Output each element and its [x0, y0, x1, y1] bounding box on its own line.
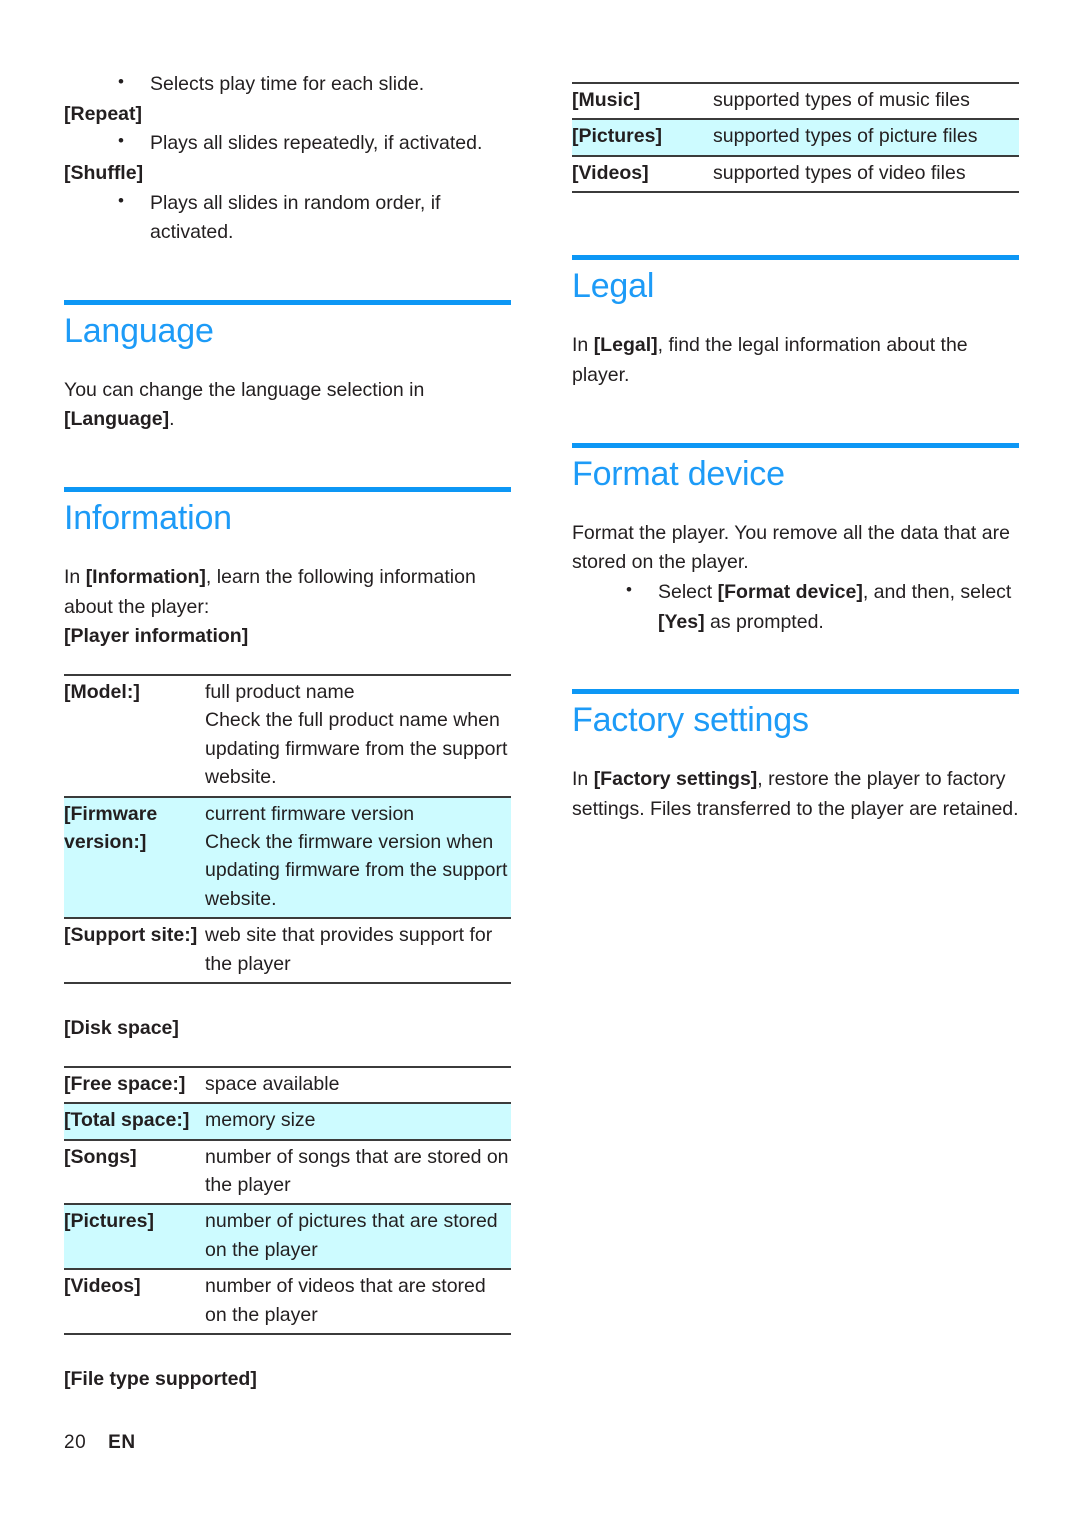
table-cell-key: [Videos]	[64, 1268, 205, 1336]
table-cell-key: [Videos]	[572, 154, 713, 194]
table-row: [Videos] number of videos that are stored…	[64, 1268, 511, 1336]
table-row: [Firmware version:] current firmware vers…	[64, 795, 511, 920]
table-cell-key: [Model:]	[64, 673, 205, 798]
table-cell-value: current firmware version Check the firmwa…	[205, 795, 511, 920]
right-column: [Music] supported types of music files [Pi…	[572, 70, 1019, 825]
bullet-repeat: Plays all slides repeatedly, if activate…	[64, 128, 511, 159]
disk-space-table: [Free space:] space available [Total space…	[64, 1065, 511, 1336]
factory-settings-body: In [Factory settings], restore the playe…	[572, 765, 1019, 824]
table-row: [Free space:] space available	[64, 1065, 511, 1105]
section-factory-settings: Factory settings In [Factory settings], …	[572, 689, 1019, 824]
bullet-list-play-time: Selects play time for each slide.	[64, 69, 511, 100]
page-title-format-device: Format device	[572, 454, 785, 493]
table-cell-value: number of videos that are stored on the …	[205, 1268, 511, 1336]
bullet-format-pre: Select	[658, 581, 718, 604]
manual-page: Selects play time for each slide. [Repea…	[0, 0, 1080, 1527]
table-cell-value: full product name Check the full product …	[205, 673, 511, 798]
information-intro-bold: [Information]	[85, 566, 206, 589]
section-rule	[572, 689, 1019, 695]
file-type-supported-label: [File type supported]	[64, 1368, 257, 1391]
factory-body-bold: [Factory settings]	[593, 768, 758, 791]
slideshow-options-block: Selects play time for each slide. [Repea…	[64, 69, 511, 248]
language-body: You can change the language selection in…	[64, 376, 511, 435]
player-information-table-body: [Model:] full product name Check the full …	[64, 673, 511, 985]
table-cell-key: [Songs]	[64, 1138, 205, 1206]
table-cell-value: memory size	[205, 1102, 511, 1141]
shuffle-label: [Shuffle]	[64, 161, 144, 184]
table-row: [Pictures] number of pictures that are st…	[64, 1203, 511, 1271]
bullet-shuffle: Plays all slides in random order, if act…	[64, 187, 511, 248]
table-cell-key: [Firmware version:]	[64, 795, 205, 920]
section-rule	[64, 487, 511, 493]
legal-body-bold: [Legal]	[593, 334, 658, 357]
section-rule	[572, 442, 1019, 448]
language-body-bold: [Language]	[64, 408, 170, 431]
left-column: Selects play time for each slide. [Repea…	[64, 69, 511, 1395]
table-cell-value: supported types of music files	[713, 81, 1019, 121]
table-row: [Model:] full product name Check the full …	[64, 673, 511, 798]
table-cell-key: [Pictures]	[572, 118, 713, 157]
section-language: Language You can change the language sel…	[64, 299, 511, 435]
table-row: [Pictures] supported types of picture fil…	[572, 118, 1019, 157]
repeat-label: [Repeat]	[64, 102, 143, 125]
information-intro: In [Information], learn the following in…	[64, 563, 511, 622]
legal-body: In [Legal], find the legal information a…	[572, 331, 1019, 390]
page-title-language: Language	[64, 311, 214, 350]
language-body-pre: You can change the language selection in	[64, 378, 425, 401]
information-intro-pre: In	[64, 566, 86, 589]
section-format-device: Format device Format the player. You rem…	[572, 442, 1019, 638]
page-title-legal: Legal	[572, 267, 655, 306]
table-cell-key: [Free space:]	[64, 1065, 205, 1105]
player-information-label: [Player information]	[64, 625, 249, 648]
player-information-table: [Model:] full product name Check the full …	[64, 673, 511, 985]
page-footer: 20 EN	[64, 1432, 136, 1454]
bullet-format-device: Select [Format device], and then, select…	[572, 577, 1019, 637]
page-title-factory-settings: Factory settings	[572, 701, 809, 740]
table-cell-value: web site that provides support for the p…	[205, 917, 511, 985]
file-type-supported-table-body: [Music] supported types of music files [Pi…	[572, 81, 1019, 194]
table-cell-value: space available	[205, 1065, 511, 1105]
bullet-format-mid: , and then, select	[862, 581, 1012, 604]
bullet-list-shuffle: Plays all slides in random order, if act…	[64, 187, 511, 248]
file-type-supported-table: [Music] supported types of music files [Pi…	[572, 81, 1019, 194]
footer-page-number: 20	[64, 1432, 87, 1453]
bullet-list-repeat: Plays all slides repeatedly, if activate…	[64, 128, 511, 159]
table-cell-value: number of songs that are stored on the p…	[205, 1138, 511, 1206]
table-cell-key: [Music]	[572, 81, 713, 121]
section-rule	[572, 255, 1019, 261]
table-cell-key: [Pictures]	[64, 1203, 205, 1271]
language-body-post: .	[169, 408, 175, 431]
section-legal: Legal In [Legal], find the legal informa…	[572, 255, 1019, 390]
bullet-list-format-device: Select [Format device], and then, select…	[572, 577, 1019, 637]
bullet-format-post: as prompted.	[704, 610, 824, 633]
disk-space-label: [Disk space]	[64, 1017, 179, 1040]
page-title-information: Information	[64, 499, 232, 538]
table-cell-value: supported types of video files	[713, 154, 1019, 194]
format-device-body: Format the player. You remove all the da…	[572, 521, 1010, 574]
footer-language-code: EN	[108, 1432, 136, 1453]
table-row: [Songs] number of songs that are stored o…	[64, 1138, 511, 1206]
bullet-format-bold-1: [Format device]	[717, 581, 863, 604]
table-cell-value: supported types of picture files	[713, 118, 1019, 157]
bullet-play-time: Selects play time for each slide.	[64, 69, 511, 100]
factory-body-pre: In	[572, 768, 594, 791]
table-cell-key: [Support site:]	[64, 917, 205, 985]
disk-space-table-body: [Free space:] space available [Total space…	[64, 1065, 511, 1336]
section-information: Information In [Information], learn the …	[64, 487, 511, 1395]
table-row: [Music] supported types of music files	[572, 81, 1019, 121]
legal-body-pre: In	[572, 334, 594, 357]
section-rule	[64, 299, 511, 305]
bullet-format-bold-2: [Yes]	[658, 610, 705, 633]
table-row: [Support site:] web site that provides su…	[64, 917, 511, 985]
table-cell-key: [Total space:]	[64, 1102, 205, 1141]
table-cell-value: number of pictures that are stored on th…	[205, 1203, 511, 1271]
table-row: [Videos] supported types of video files	[572, 154, 1019, 194]
table-row: [Total space:] memory size	[64, 1102, 511, 1141]
